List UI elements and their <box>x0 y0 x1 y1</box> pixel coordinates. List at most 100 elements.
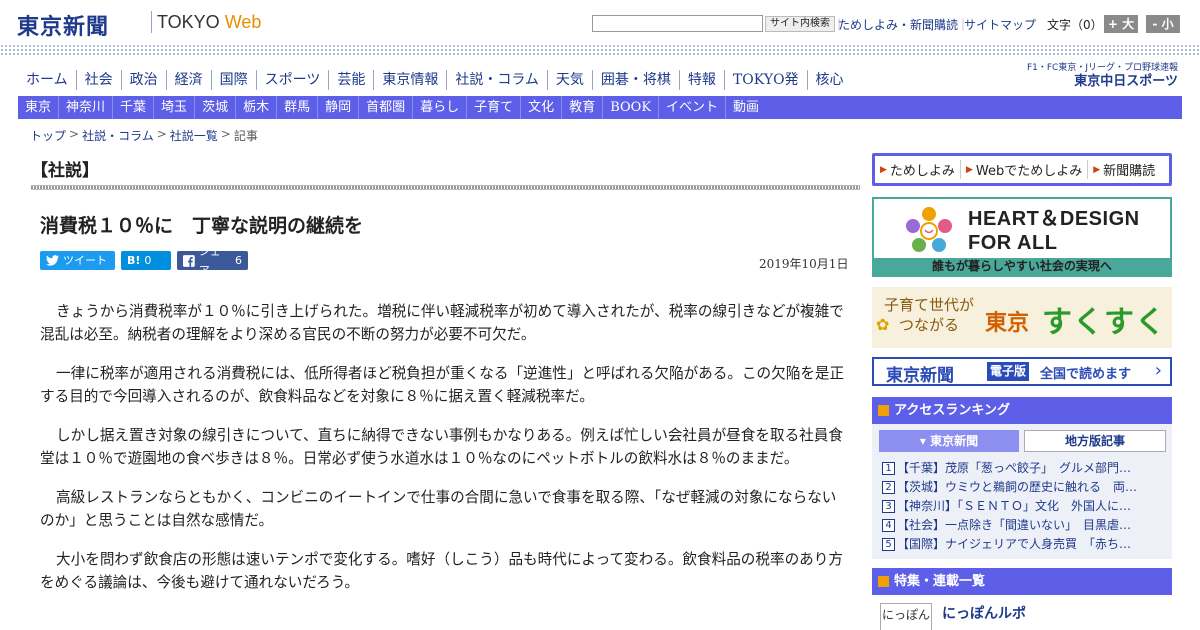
subscription-link[interactable]: ▶ Webでためしよみ <box>959 160 1087 179</box>
breadcrumb-item: 記事 <box>233 129 258 143</box>
region-nav-item[interactable]: 埼玉 <box>153 96 194 119</box>
subscription-link[interactable]: ▶ ためしよみ <box>875 160 960 179</box>
font-smaller-button[interactable]: - 小 <box>1146 15 1180 33</box>
ranking-text: 【社会】一点除き「間違いない」 目黒虐… <box>897 518 1132 532</box>
sukusuku-tokyo: 東京 <box>985 310 1030 336</box>
nav-item[interactable]: 政治 <box>120 70 166 90</box>
nav-item[interactable]: 社会 <box>75 70 121 90</box>
region-nav-item[interactable]: イベント <box>658 96 725 119</box>
nav-item[interactable]: 天気 <box>546 70 592 90</box>
sitemap-link[interactable]: サイトマップ <box>964 16 1036 33</box>
subscription-links-box: ▶ ためしよみ ▶ Webでためしよみ ▶ 新聞購読 <box>872 153 1172 186</box>
ranking-tab-tokyo[interactable]: ▾ 東京新聞 <box>879 430 1019 452</box>
nav-item[interactable]: 核心 <box>806 70 852 90</box>
digital-edition-text: 全国で読めます <box>1040 367 1132 382</box>
site-search-input[interactable] <box>592 15 763 32</box>
region-nav-item[interactable]: 千葉 <box>112 96 153 119</box>
ranking-text: 【茨城】ウミウと鵜飼の歴史に触れる 両… <box>897 480 1138 494</box>
nav-item[interactable]: 国際 <box>210 70 256 90</box>
breadcrumb: トップ > 社説・コラム > 社説一覧 > 記事 <box>30 127 258 144</box>
sukusuku-tagline: 子育て世代が つながる <box>884 295 974 335</box>
feature-thumbnail: にっぽん <box>880 603 932 630</box>
logo-subtitle[interactable]: TOKYO Web <box>157 12 261 33</box>
region-nav-item[interactable]: 子育て <box>466 96 520 119</box>
chevron-right-icon: › <box>1154 360 1162 381</box>
breadcrumb-separator: > <box>156 127 167 141</box>
breadcrumb-item[interactable]: 社説・コラム <box>82 127 154 144</box>
nav-item[interactable]: スポーツ <box>255 70 329 90</box>
subscription-link-label: 新聞購読 <box>1103 164 1156 179</box>
nav-item[interactable]: 特報 <box>678 70 724 90</box>
sukusuku-tagline-line2: つながる <box>899 316 960 334</box>
region-nav-item[interactable]: 首都圏 <box>358 96 412 119</box>
ranking-text: 【国際】ナイジェリアで人身売買 「赤ち… <box>897 537 1132 551</box>
facebook-icon <box>183 254 195 267</box>
ranking-number: 3 <box>882 500 895 513</box>
subscription-link[interactable]: ▶ 新聞購読 <box>1087 160 1160 179</box>
breadcrumb-item[interactable]: トップ <box>30 127 66 144</box>
nav-item[interactable]: 芸能 <box>328 70 373 90</box>
ranking-number: 4 <box>882 519 895 532</box>
nav-item[interactable]: 東京情報 <box>373 70 446 90</box>
region-nav-item[interactable]: 暮らし <box>412 96 466 119</box>
ranking-tab-local[interactable]: 地方版記事 <box>1024 430 1166 452</box>
main-navigation: ホーム 社会 政治 経済 国際 スポーツ 芸能 東京情報 社説・コラム 天気 囲碁・将棋 特報 TOKY… <box>18 70 852 90</box>
publish-date: 2019年10月1日 <box>759 257 849 271</box>
feature-item[interactable]: にっぽん にっぽんルポ <box>872 595 1172 630</box>
region-nav-item[interactable]: 文化 <box>520 96 561 119</box>
ranking-number: 2 <box>882 481 895 494</box>
ranking-item[interactable]: 3 【神奈川】「ＳＥＮＴＯ」文化 外国人に… <box>882 497 1166 516</box>
feature-item-title: にっぽんルポ <box>942 606 1026 622</box>
region-nav-item[interactable]: BOOK <box>602 96 658 119</box>
twitter-bird-icon <box>46 255 59 266</box>
nav-item[interactable]: 社説・コラム <box>446 70 547 90</box>
ranking-item[interactable]: 1 【千葉】茂原「葱っぺ餃子」 グルメ部門… <box>882 459 1166 478</box>
region-nav-item[interactable]: 東京 <box>18 96 58 119</box>
access-ranking-header: アクセスランキング <box>872 397 1172 424</box>
trial-subscribe-link[interactable]: ためしよみ・新聞購読 <box>838 16 958 33</box>
region-nav-item[interactable]: 動画 <box>725 96 766 119</box>
features-header: 特集・連載一覧 <box>872 568 1172 595</box>
hatena-bookmark-button[interactable]: B! 0 <box>121 251 171 270</box>
nav-item[interactable]: TOKYO発 <box>723 70 807 90</box>
logo-divider <box>151 11 152 33</box>
article-paragraph: 大小を問わず飲食店の形態は速いテンポで変化する。嗜好（しこう）品も時代によって変… <box>40 551 843 591</box>
article-paragraph: 一律に税率が適用される消費税には、低所得者ほど税負担が重くなる「逆進性」と呼ばれ… <box>40 365 845 405</box>
features-title: 特集・連載一覧 <box>894 574 986 589</box>
region-nav-item[interactable]: 群馬 <box>276 96 317 119</box>
region-nav-item[interactable]: 神奈川 <box>58 96 112 119</box>
region-nav-item[interactable]: 教育 <box>561 96 602 119</box>
tokyo-sukusuku-banner[interactable]: 子育て世代が つながる ✿ 東京 すくすく <box>872 287 1172 348</box>
region-nav-item[interactable]: 栃木 <box>235 96 276 119</box>
ranking-number: 5 <box>882 538 895 551</box>
article-headline: 消費税１０％に 丁寧な説明の継続を <box>40 215 364 237</box>
nav-item[interactable]: 経済 <box>165 70 211 90</box>
nav-item[interactable]: 囲碁・将棋 <box>591 70 679 90</box>
site-logo[interactable]: 東京新聞 <box>17 9 109 41</box>
font-size-label: 文字（0） <box>1047 18 1103 32</box>
ranking-item[interactable]: 4 【社会】一点除き「間違いない」 目黒虐… <box>882 516 1166 535</box>
nav-item[interactable]: ホーム <box>18 70 76 90</box>
facebook-share-label: シェア <box>198 244 221 277</box>
breadcrumb-item[interactable]: 社説一覧 <box>170 127 218 144</box>
ranking-item[interactable]: 2 【茨城】ウミウと鵜飼の歴史に触れる 両… <box>882 478 1166 497</box>
chunichi-sports-link[interactable]: F1・FC東京・Jリーグ・プロ野球速報 東京中日スポーツ <box>1024 63 1178 90</box>
tweet-label: ツイート <box>63 254 107 267</box>
article-paragraph: きょうから消費税率が１０％に引き上げられた。増税に伴い軽減税率が初めて導入された… <box>40 303 844 343</box>
access-ranking-title: アクセスランキング <box>894 403 1010 418</box>
ranking-text: 【神奈川】「ＳＥＮＴＯ」文化 外国人に… <box>897 499 1132 513</box>
chunichi-brand: 東京中日スポーツ <box>1074 74 1178 89</box>
article-body: きょうから消費税率が１０％に引き上げられた。増税に伴い軽減税率が初めて導入された… <box>40 300 846 610</box>
digital-edition-banner[interactable]: 東京新聞 電子版 全国で読めます › <box>872 357 1172 386</box>
ranking-number: 1 <box>882 462 895 475</box>
region-nav-item[interactable]: 静岡 <box>317 96 358 119</box>
facebook-share-button[interactable]: シェア 6 <box>177 245 248 277</box>
region-nav-item[interactable]: 茨城 <box>194 96 235 119</box>
tweet-button[interactable]: ツイート <box>40 251 115 270</box>
logo-subtitle-web: Web <box>224 12 262 32</box>
ranking-item[interactable]: 5 【国際】ナイジェリアで人身売買 「赤ち… <box>882 535 1166 554</box>
site-search-button[interactable]: サイト内検索 <box>765 16 835 32</box>
font-larger-button[interactable]: + 大 <box>1104 15 1138 33</box>
heart-design-title: HEART＆DESIGN FOR ALL <box>968 207 1140 255</box>
heart-design-banner[interactable]: HEART＆DESIGN FOR ALL 誰もが暮らしやすい社会の実現へ <box>872 197 1172 277</box>
